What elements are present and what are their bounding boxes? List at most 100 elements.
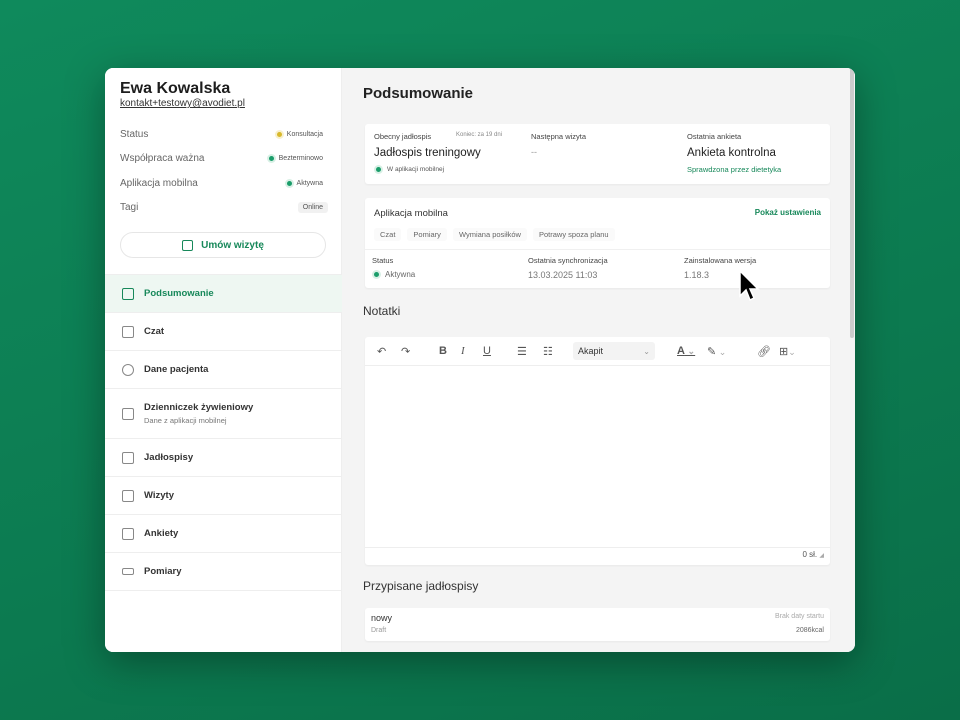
divider: [365, 249, 830, 250]
sidebar-item-visits[interactable]: Wizyty: [105, 477, 342, 515]
nav-label: Ankiety: [144, 528, 179, 539]
sidebar-item-meal-plans[interactable]: Jadłospisy: [105, 439, 342, 477]
badge-text: Bezterminowo: [278, 154, 323, 162]
table-icon[interactable]: ⊞⌄: [779, 345, 796, 358]
patient-icon: [122, 363, 134, 376]
feature-chip: Wymiana posiłków: [452, 228, 527, 241]
scrollbar[interactable]: [850, 68, 854, 338]
plan-list-item[interactable]: nowy Draft Brak daty startu 2086kcal: [365, 608, 830, 641]
block-format-select[interactable]: Akapit ⌄: [573, 342, 655, 360]
patient-name: Ewa Kowalska: [120, 80, 231, 97]
patient-sidebar: Ewa Kowalska kontakt+testowy@avodiet.pl …: [105, 68, 342, 652]
sidebar-item-summary[interactable]: Podsumowanie: [105, 275, 342, 313]
book-visit-button[interactable]: Umów wizytę: [120, 232, 326, 258]
word-count-value: 0 sł.: [802, 550, 818, 559]
feature-chip: Pomiary: [407, 228, 447, 241]
assigned-plans-title: Przypisane jadłospisy: [363, 579, 479, 593]
ruler-icon: [122, 568, 134, 575]
notes-textarea[interactable]: [365, 368, 830, 547]
survey-status: Sprawdzona przez dietetyka: [687, 165, 782, 174]
plan-start: Brak daty startu: [774, 613, 824, 620]
meal-plan-icon: [122, 451, 134, 464]
undo-icon[interactable]: ↶: [377, 345, 401, 358]
underline-icon[interactable]: U: [483, 345, 517, 357]
survey-name[interactable]: Ankieta kontrolna: [687, 147, 776, 159]
bold-icon[interactable]: B: [439, 345, 461, 357]
chat-icon: [122, 325, 134, 338]
app-status-value: Aktywna: [385, 270, 416, 279]
page-title: Podsumowanie: [363, 85, 474, 102]
sidebar-item-food-diary[interactable]: Dzienniczek żywieniowy Dane z aplikacji m…: [105, 389, 342, 439]
plan-kcal: 2086kcal: [795, 627, 824, 634]
mobile-app-card: Aplikacja mobilna Pokaż ustawienia Czat …: [365, 198, 830, 288]
info-label: Tagi: [120, 201, 139, 213]
badge-text: Konsultacja: [286, 130, 323, 138]
feature-chips: Czat Pomiary Wymiana posiłków Potrawy sp…: [374, 228, 621, 241]
italic-icon[interactable]: I: [461, 345, 483, 357]
sidebar-item-patient-data[interactable]: Dane pacjenta: [105, 351, 342, 389]
nav-label: Dane pacjenta: [144, 364, 209, 375]
info-tags: Tagi Online: [120, 199, 328, 215]
visit-value: --: [531, 147, 537, 157]
info-mobile-app: Aplikacja mobilna Aktywna: [120, 175, 328, 191]
mobile-badge: Aktywna: [282, 178, 328, 189]
plan-label: Obecny jadłospis: [374, 132, 432, 141]
divider: [365, 547, 830, 548]
plan-name[interactable]: Jadłospis treningowy: [374, 147, 481, 159]
highlight-icon[interactable]: ✎ ⌄: [707, 345, 757, 358]
text-color-icon[interactable]: A ⌄: [677, 345, 707, 357]
bullet-list-icon[interactable]: ☷: [543, 345, 573, 358]
nav-sublabel: Dane z aplikacji mobilnej: [144, 416, 227, 425]
info-status: Status Konsultacja: [120, 126, 328, 142]
mobile-app-title: Aplikacja mobilna: [374, 208, 448, 219]
button-label: Umów wizytę: [201, 239, 264, 251]
sidebar-item-measurements[interactable]: Pomiary: [105, 553, 342, 591]
feature-chip: Czat: [374, 228, 402, 241]
version-label: Zainstalowana wersja: [684, 256, 757, 265]
book-icon: [122, 407, 134, 420]
app-window: Ewa Kowalska kontakt+testowy@avodiet.pl …: [105, 68, 855, 652]
badge-text: Online: [302, 203, 323, 211]
feature-chip: Potrawy spoza planu: [532, 228, 615, 241]
clipboard-icon: [122, 527, 134, 540]
nav-label: Wizyty: [144, 490, 175, 501]
sidebar-item-surveys[interactable]: Ankiety: [105, 515, 342, 553]
redo-icon[interactable]: ↷: [401, 345, 439, 358]
notes-editor: ↶ ↷ B I U ☰ ☷ Akapit ⌄ A ⌄ ✎ ⌄ 🔗︎ ⊞⌄ 0 sł…: [365, 337, 830, 565]
tag-badge[interactable]: Online: [297, 201, 328, 213]
notes-title: Notatki: [363, 304, 401, 318]
badge-text: Aktywna: [296, 179, 323, 187]
plan-status: Draft: [371, 627, 387, 634]
ordered-list-icon[interactable]: ☰: [517, 345, 543, 358]
plan-end: Koniec: za 19 dni: [456, 132, 503, 138]
resize-handle-icon[interactable]: ◢: [819, 553, 824, 559]
status-badge: Konsultacja: [272, 129, 328, 140]
summary-card: Obecny jadłospis Koniec: za 19 dni Jadło…: [365, 124, 830, 184]
cooperation-badge: Bezterminowo: [264, 153, 328, 164]
link-icon[interactable]: 🔗︎: [757, 345, 779, 358]
nav-label: Podsumowanie: [144, 288, 214, 299]
version-value: 1.18.3: [684, 270, 710, 280]
nav-label: Jadłospisy: [144, 452, 194, 463]
calendar-icon: [122, 489, 134, 502]
plan-name: nowy: [371, 613, 393, 623]
sync-label: Ostatnia synchronizacja: [528, 256, 608, 265]
sync-value: 13.03.2025 11:03: [528, 270, 598, 280]
info-label: Współpraca ważna: [120, 152, 205, 164]
main-content: Podsumowanie Obecny jadłospis Koniec: za…: [342, 68, 855, 652]
sidebar-item-chat[interactable]: Czat: [105, 313, 342, 351]
info-label: Status: [120, 128, 149, 140]
show-settings-link[interactable]: Pokaż ustawienia: [755, 208, 821, 217]
sidebar-nav: Podsumowanie Czat Dane pacjenta Dziennic…: [105, 274, 342, 591]
editor-toolbar: ↶ ↷ B I U ☰ ☷ Akapit ⌄ A ⌄ ✎ ⌄ 🔗︎ ⊞⌄: [365, 337, 830, 366]
nav-label: Dzienniczek żywieniowy: [144, 402, 254, 413]
word-count: 0 sł. ◢: [802, 550, 824, 559]
plan-status: W aplikacji mobilnej: [376, 166, 444, 173]
info-cooperation: Współpraca ważna Bezterminowo: [120, 150, 328, 166]
patient-email[interactable]: kontakt+testowy@avodiet.pl: [120, 98, 245, 109]
app-status: Aktywna: [374, 270, 415, 279]
dashboard-icon: [122, 287, 134, 300]
chevron-down-icon: ⌄: [643, 346, 650, 356]
block-format-value: Akapit: [578, 346, 604, 356]
mouse-cursor-icon: [739, 270, 760, 302]
